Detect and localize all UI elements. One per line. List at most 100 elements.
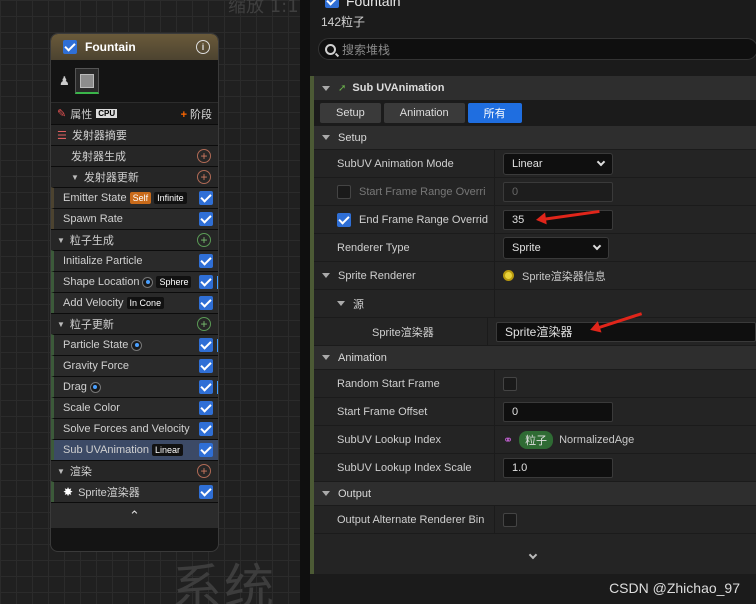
module-enable-checkbox[interactable]: [199, 254, 213, 268]
module-chip: In Cone: [126, 297, 165, 309]
node-module-row[interactable]: Scale Color: [51, 397, 218, 418]
module-chip: Sphere: [156, 276, 192, 288]
plus-icon: +: [180, 108, 187, 121]
panel-splitter[interactable]: [300, 0, 310, 604]
link-icon[interactable]: ⚭: [503, 433, 513, 447]
add-module-icon[interactable]: +: [197, 149, 211, 163]
sprite-icon: ✸: [63, 485, 74, 499]
node-module-label: Sprite渲染器: [78, 487, 140, 499]
dynamic-input-icon: [131, 339, 143, 351]
person-icon: ♟: [59, 74, 70, 88]
module-enable-checkbox[interactable]: [199, 191, 213, 205]
tab-animation[interactable]: Animation: [383, 103, 465, 123]
node-module-row[interactable]: Shape Location Sphere: [51, 271, 218, 292]
node-module-row[interactable]: Add Velocity In Cone: [51, 292, 218, 313]
tab-all[interactable]: 所有: [467, 103, 522, 123]
property-end-frame-override: End Frame Range Overrid 35: [314, 206, 756, 234]
node-module-label: Scale Color: [63, 402, 120, 414]
node-module-label: Drag: [63, 381, 87, 393]
node-module-row[interactable]: Gravity Force: [51, 355, 218, 376]
category-source[interactable]: 源: [314, 290, 756, 318]
node-module-row[interactable]: ✸ Sprite渲染器: [51, 481, 218, 502]
panel-emitter-checkbox[interactable]: [325, 0, 339, 8]
lookup-scale-input[interactable]: 1.0: [503, 457, 613, 478]
node-module-row[interactable]: Solve Forces and Velocity: [51, 418, 218, 439]
start-frame-offset-input[interactable]: 0: [503, 401, 613, 422]
node-section-row[interactable]: ▼ 发射器更新 +: [51, 166, 218, 187]
start-frame-input[interactable]: 0: [503, 181, 613, 202]
add-stage-button[interactable]: + 阶段: [181, 106, 212, 122]
node-module-row[interactable]: Drag: [51, 376, 218, 397]
graph-canvas[interactable]: 缩放 1:1 系统 Fountain i ♟ ✎ 属性 CPU + 阶段 ☰ 发射器…: [0, 0, 308, 604]
module-enable-checkbox[interactable]: [199, 296, 213, 310]
module-enable-checkbox[interactable]: [199, 359, 213, 373]
search-placeholder: 搜索堆栈: [342, 42, 391, 57]
property-name: Sprite渲染器: [314, 318, 488, 345]
output-alt-checkbox[interactable]: [503, 512, 517, 527]
emitter-node-title: Fountain: [85, 40, 136, 54]
module-enable-checkbox[interactable]: [199, 275, 213, 289]
end-frame-override-checkbox[interactable]: [337, 212, 351, 227]
module-enable-checkbox[interactable]: [199, 338, 213, 352]
module-enable-checkbox[interactable]: [199, 422, 213, 436]
random-start-checkbox[interactable]: [503, 376, 517, 391]
node-module-label: Particle State: [63, 339, 129, 351]
tab-setup[interactable]: Setup: [320, 103, 381, 123]
emitter-node-header[interactable]: Fountain i: [51, 34, 218, 60]
node-section-row[interactable]: ▼发射器生成+: [51, 145, 218, 166]
collapse-triangle-icon: [322, 491, 330, 496]
animation-mode-dropdown[interactable]: Linear: [503, 152, 613, 175]
node-module-row[interactable]: Sub UVAnimation Linear: [51, 439, 218, 460]
module-enable-checkbox[interactable]: [199, 443, 213, 457]
node-section-row[interactable]: ▼ 粒子生成 +: [51, 229, 218, 250]
module-enable-checkbox[interactable]: [199, 212, 213, 226]
property-lookup-scale: SubUV Lookup Index Scale 1.0: [314, 454, 756, 482]
panel-title: Fountain: [346, 0, 401, 9]
property-name: Start Frame Range Overri: [359, 185, 486, 198]
add-module-icon[interactable]: +: [197, 317, 211, 331]
properties-row[interactable]: ✎ 属性 CPU + 阶段: [51, 102, 218, 124]
emitter-thumbnail-row: ♟: [51, 60, 218, 102]
module-enable-checkbox[interactable]: [199, 380, 213, 394]
property-output-alt-renderer: Output Alternate Renderer Bin: [314, 506, 756, 534]
module-details: ➚ Sub UVAnimation Setup Animation 所有 Set…: [310, 76, 756, 574]
node-section-row[interactable]: ☰ 发射器摘要: [51, 124, 218, 145]
expand-more-button[interactable]: [310, 542, 756, 568]
category-setup[interactable]: Setup: [314, 126, 756, 150]
sprite-renderer-field[interactable]: Sprite渲染器: [496, 321, 756, 342]
emitter-thumbnail[interactable]: [74, 68, 99, 94]
property-name: End Frame Range Overrid: [359, 213, 488, 226]
database-icon: [503, 270, 514, 281]
add-module-icon[interactable]: +: [197, 170, 211, 184]
node-module-row[interactable]: Initialize Particle: [51, 250, 218, 271]
node-section-label: 粒子更新: [69, 319, 114, 331]
category-animation[interactable]: Animation: [314, 346, 756, 370]
info-icon[interactable]: i: [196, 40, 210, 54]
renderer-type-dropdown[interactable]: Sprite: [503, 236, 609, 259]
start-frame-override-checkbox[interactable]: [337, 184, 351, 199]
node-module-label: Gravity Force: [63, 360, 130, 372]
property-name: Random Start Frame: [314, 370, 495, 397]
property-name: Renderer Type: [314, 234, 495, 261]
collapse-node-button[interactable]: ⌃: [51, 502, 218, 528]
property-name: Start Frame Offset: [314, 398, 495, 425]
add-module-icon[interactable]: +: [197, 233, 211, 247]
sprite-info-label: Sprite渲染器信息: [522, 270, 606, 283]
node-section-label: 渲染: [69, 466, 92, 478]
stack-search-input[interactable]: 搜索堆栈: [318, 38, 756, 60]
emitter-node[interactable]: Fountain i ♟ ✎ 属性 CPU +阶段 ☰发射器摘要▼发射器生成+▼…: [50, 33, 219, 552]
node-module-row[interactable]: Spawn Rate: [51, 208, 218, 229]
node-section-row[interactable]: ▼ 渲染 +: [51, 460, 218, 481]
category-output[interactable]: Output: [314, 482, 756, 506]
node-section-row[interactable]: ▼ 粒子更新 +: [51, 313, 218, 334]
node-module-row[interactable]: Particle State: [51, 334, 218, 355]
property-start-frame-offset: Start Frame Offset 0: [314, 398, 756, 426]
module-chip: Self: [129, 192, 152, 204]
node-module-row[interactable]: Emitter State Self Infinite: [51, 187, 218, 208]
category-sprite-renderer[interactable]: Sprite Renderer Sprite渲染器信息: [314, 262, 756, 290]
add-module-icon[interactable]: +: [197, 464, 211, 478]
module-header[interactable]: ➚ Sub UVAnimation: [314, 76, 756, 100]
module-enable-checkbox[interactable]: [199, 485, 213, 499]
module-enable-checkbox[interactable]: [199, 401, 213, 415]
emitter-enable-checkbox[interactable]: [63, 40, 77, 54]
